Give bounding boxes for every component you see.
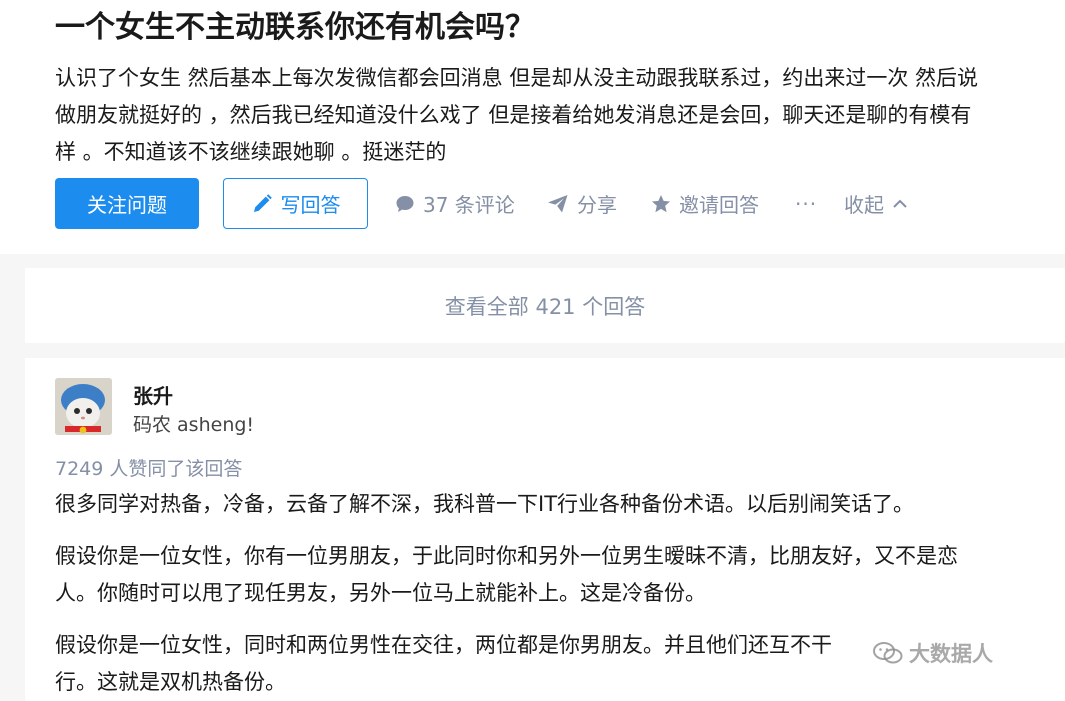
answer-line: 很多同学对热备，冷备，云备了解不深，我科普一下IT行业各种备份术语。以后别闹笑话…	[55, 492, 915, 516]
more-dots-icon: ···	[795, 191, 818, 216]
watermark: 大数据人	[873, 638, 993, 668]
question-actions: 关注问题 写回答 37 条评论 分享 邀请回答 ··· 收起	[55, 178, 1055, 229]
comment-bubble-icon	[395, 194, 415, 214]
paper-plane-icon	[547, 194, 569, 214]
more-button[interactable]: ···	[795, 178, 817, 229]
wechat-icon	[873, 641, 903, 665]
question-detail-line: 认识了个女生 然后基本上每次发微信都会回消息 但是却从没主动跟我联系过，约出来过…	[55, 66, 979, 90]
share-label: 分享	[577, 193, 617, 217]
pencil-icon	[251, 193, 273, 215]
star-icon	[651, 194, 671, 214]
vote-count: 7249 人赞同了该回答	[55, 458, 243, 480]
author-name[interactable]: 张升	[133, 380, 173, 409]
answer-line: 假设你是一位女性，你有一位男朋友，于此同时你和另外一位男生暧昧不清，比朋友好，又…	[55, 544, 958, 568]
chevron-up-icon	[892, 198, 908, 210]
invite-answer-button[interactable]: 邀请回答	[651, 178, 759, 229]
author-bio: 码农 asheng!	[133, 414, 255, 436]
answer-paragraph: 假设你是一位女性，你有一位男朋友，于此同时你和另外一位男生暧昧不清，比朋友好，又…	[55, 538, 1045, 612]
comments-label: 37 条评论	[423, 193, 515, 217]
question-detail-line: 做朋友就挺好的 ，然后我已经知道没什么戏了 但是接着给她发消息还是会回，聊天还是…	[55, 103, 972, 127]
answer-line: 行。这就是双机热备份。	[55, 670, 286, 694]
share-button[interactable]: 分享	[547, 178, 617, 229]
collapse-button[interactable]: 收起	[844, 178, 908, 229]
comments-button[interactable]: 37 条评论	[395, 178, 515, 229]
answer-line: 人。你随时可以甩了现任男友，另外一位马上就能补上。这是冷备份。	[55, 581, 706, 605]
answer-content: 很多同学对热备，冷备，云备了解不深，我科普一下IT行业各种备份术语。以后别闹笑话…	[55, 486, 1045, 701]
follow-question-button[interactable]: 关注问题	[55, 178, 199, 229]
question-card: 一个女生不主动联系你还有机会吗？ 认识了个女生 然后基本上每次发微信都会回消息 …	[0, 0, 1065, 254]
watermark-text: 大数据人	[909, 642, 993, 666]
question-detail: 认识了个女生 然后基本上每次发微信都会回消息 但是却从没主动跟我联系过，约出来过…	[55, 60, 1045, 171]
write-answer-label: 写回答	[280, 193, 341, 217]
avatar[interactable]	[55, 378, 112, 435]
collapse-label: 收起	[844, 193, 884, 217]
question-detail-line: 样 。不知道该不该继续跟她聊 。挺迷茫的	[55, 140, 447, 164]
invite-answer-label: 邀请回答	[679, 193, 759, 217]
answer-paragraph: 很多同学对热备，冷备，云备了解不深，我科普一下IT行业各种备份术语。以后别闹笑话…	[55, 486, 1045, 523]
view-all-answers-button[interactable]: 查看全部 421 个回答	[25, 268, 1065, 343]
write-answer-button[interactable]: 写回答	[223, 178, 368, 229]
question-title[interactable]: 一个女生不主动联系你还有机会吗？	[55, 8, 535, 48]
